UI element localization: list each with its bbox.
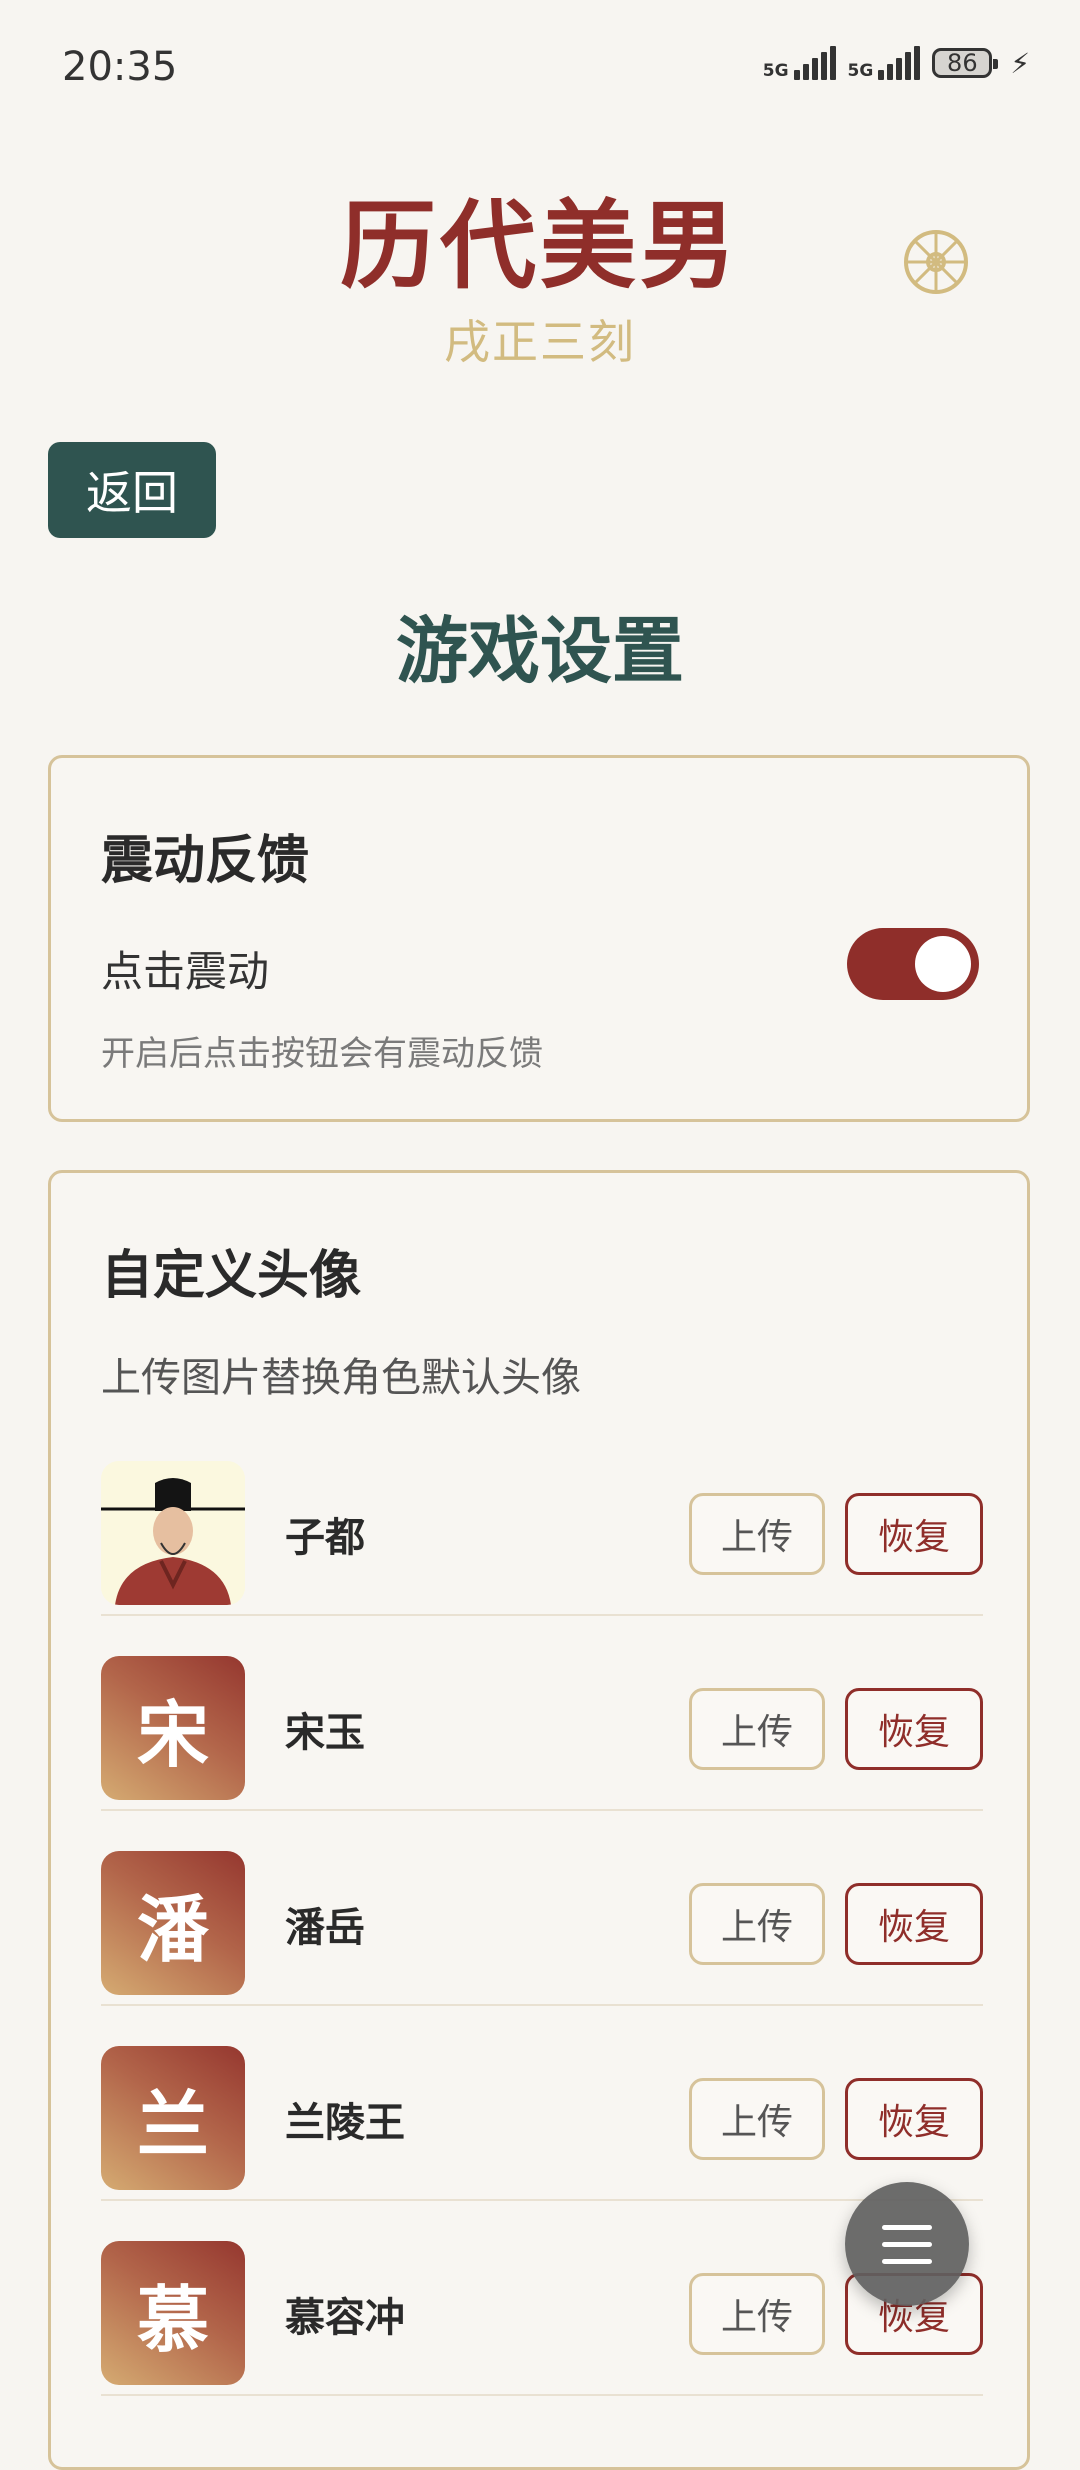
- upload-button[interactable]: 上传: [689, 2273, 825, 2355]
- character-name: 子都: [285, 1514, 365, 1561]
- avatar-letter: 潘: [101, 1851, 245, 1995]
- character-name: 兰陵王: [285, 2099, 405, 2146]
- upload-button[interactable]: 上传: [689, 1688, 825, 1770]
- character-name: 慕容冲: [285, 2294, 405, 2341]
- charging-icon: ⚡: [1010, 46, 1030, 80]
- character-name: 潘岳: [285, 1904, 365, 1951]
- avatar-letter: 兰: [101, 2046, 245, 2190]
- upload-button[interactable]: 上传: [689, 1493, 825, 1575]
- status-time: 20:35: [62, 44, 178, 90]
- page-title: 游戏设置: [395, 608, 684, 693]
- restore-button[interactable]: 恢复: [845, 1688, 983, 1770]
- signal-label: 5G: [847, 61, 874, 81]
- menu-line: [882, 2224, 932, 2230]
- menu-line: [882, 2258, 932, 2264]
- avatar-card-title: 自定义头像: [101, 1245, 362, 1306]
- avatar-row-zidu: 子都 上传 恢复: [101, 1421, 983, 1616]
- vibration-card-title: 震动反馈: [101, 830, 310, 891]
- avatar-portrait-image: [101, 1461, 245, 1605]
- restore-button[interactable]: 恢复: [845, 1493, 983, 1575]
- signal-icon: 5G: [848, 46, 921, 80]
- avatar-letter: 慕: [101, 2241, 245, 2385]
- avatar-char: 慕: [136, 2276, 209, 2362]
- avatar-row-songyu: 宋 宋玉 上传 恢复: [101, 1616, 983, 1811]
- vibration-settings-card: 震动反馈 点击震动 开启后点击按钮会有震动反馈: [48, 755, 1030, 1122]
- signal-icon: 5G: [763, 46, 836, 80]
- portrait-illustration: [101, 1461, 245, 1605]
- avatar-letter: 宋: [101, 1656, 245, 1800]
- avatar-char: 兰: [136, 2081, 209, 2167]
- upload-button[interactable]: 上传: [689, 2078, 825, 2160]
- restore-button[interactable]: 恢复: [845, 1883, 983, 1965]
- upload-button[interactable]: 上传: [689, 1883, 825, 1965]
- restore-button[interactable]: 恢复: [845, 2078, 983, 2160]
- back-button[interactable]: 返回: [48, 442, 216, 538]
- dharma-wheel-icon[interactable]: [902, 228, 970, 296]
- time-subtitle: 戌正三刻: [444, 315, 636, 369]
- battery-level: 86: [947, 49, 978, 77]
- avatar-row-lanlingwang: 兰 兰陵王 上传 恢复: [101, 2006, 983, 2201]
- battery-icon: 86: [932, 48, 999, 78]
- status-bar: 20:35 5G 5G 86 ⚡: [0, 0, 1080, 130]
- vibration-toggle[interactable]: [847, 928, 979, 1000]
- menu-icon[interactable]: [845, 2182, 969, 2306]
- signal-label: 5G: [762, 61, 789, 81]
- avatar-char: 潘: [136, 1886, 209, 1972]
- vibration-toggle-label: 点击震动: [101, 947, 270, 996]
- status-indicators: 5G 5G 86 ⚡: [763, 46, 1030, 80]
- avatar-char: 宋: [136, 1691, 209, 1777]
- avatar-card-description: 上传图片替换角色默认头像: [101, 1355, 581, 1401]
- menu-line: [882, 2241, 932, 2247]
- avatar-row-panyue: 潘 潘岳 上传 恢复: [101, 1811, 983, 2006]
- vibration-description: 开启后点击按钮会有震动反馈: [101, 1034, 543, 1074]
- character-name: 宋玉: [285, 1709, 365, 1756]
- row-divider: [101, 2394, 983, 2396]
- toggle-knob: [915, 936, 971, 992]
